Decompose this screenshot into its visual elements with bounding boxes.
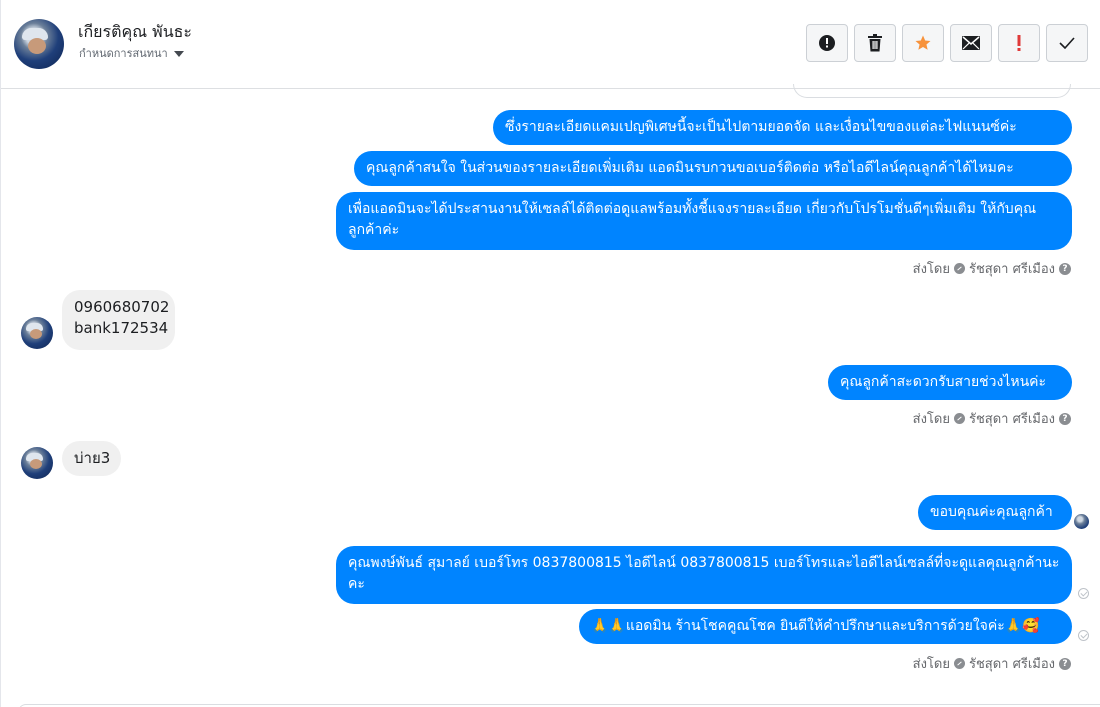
message-text: คุณลูกค้าสะดวกรับสายช่วงไหนค่ะ [840, 374, 1047, 390]
contact-avatar-small[interactable] [21, 447, 53, 479]
exclamation-icon [1017, 35, 1021, 51]
message-text: 🙏🙏แอดมิน ร้านโชคคูณโชค ยินดีให้คำปรึกษาแ… [591, 618, 1040, 634]
message-text: คุณลูกค้าสนใจ ในส่วนของรายละเอียดเพิ่มเต… [366, 160, 1014, 176]
agent-name: รัชสุดา ศรีเมือง [968, 412, 1055, 427]
trash-icon [868, 34, 882, 52]
outgoing-message[interactable]: ซึ่งรายละเอียดแคมเปญพิเศษนี้จะเป็นไปตามย… [493, 110, 1072, 145]
agent-name: รัชสุดา ศรีเมือง [968, 657, 1055, 672]
message-text: บ่าย3 [74, 449, 111, 467]
message-text: ขอบคุณค่ะคุณลูกค้า [930, 504, 1053, 520]
agent-name: รัชสุดา ศรีเมือง [968, 262, 1055, 277]
message-text: ซึ่งรายละเอียดแคมเปญพิเศษนี้จะเป็นไปตามย… [505, 119, 1017, 135]
sent-by-label: ส่งโดย รัชสุดา ศรีเมือง ? [913, 408, 1071, 429]
contact-name[interactable]: เกียรติคุณ พันธะ [78, 20, 192, 45]
outgoing-message[interactable]: ขอบคุณค่ะคุณลูกค้า [918, 495, 1072, 530]
important-button[interactable] [998, 24, 1040, 62]
help-icon[interactable]: ? [1059, 412, 1071, 425]
check-icon [1059, 37, 1075, 49]
message-text: เพื่อแอดมินจะได้ประสานงานให้เซลล์ได้ติดต… [348, 201, 1037, 238]
sent-by-label: ส่งโดย รัชสุดา ศรีเมือง ? [913, 258, 1071, 279]
help-icon[interactable]: ? [1059, 262, 1071, 275]
conversation-settings-dropdown[interactable]: กำหนดการสนทนา [79, 44, 184, 62]
star-icon [915, 35, 931, 50]
delete-button[interactable] [854, 24, 896, 62]
conversation-header: เกียรติคุณ พันธะ กำหนดการสนทนา [1, 0, 1100, 89]
outgoing-message[interactable]: คุณลูกค้าสนใจ ในส่วนของรายละเอียดเพิ่มเต… [354, 151, 1072, 186]
previous-message-bubble [793, 84, 1071, 98]
contact-avatar-small[interactable] [21, 317, 53, 349]
conversation-settings-label: กำหนดการสนทนา [79, 47, 168, 60]
agent-icon [953, 263, 965, 274]
contact-avatar[interactable] [14, 19, 64, 69]
seen-avatar [1074, 514, 1089, 529]
mail-button[interactable] [950, 24, 992, 62]
sent-by-label: ส่งโดย รัชสุดา ศรีเมือง ? [913, 653, 1071, 674]
star-button[interactable] [902, 24, 944, 62]
incoming-message[interactable]: บ่าย3 [62, 441, 121, 476]
incoming-message[interactable]: 0960680702 bank172534 [62, 290, 175, 350]
message-text: คุณพงษ์พันธ์ สุมาลย์ เบอร์โทร 0837800815… [348, 555, 1060, 592]
header-actions [806, 24, 1088, 62]
caret-down-icon [173, 50, 184, 57]
outgoing-message[interactable]: เพื่อแอดมินจะได้ประสานงานให้เซลล์ได้ติดต… [336, 192, 1072, 250]
outgoing-message[interactable]: 🙏🙏แอดมิน ร้านโชคคูณโชค ยินดีให้คำปรึกษาแ… [579, 609, 1072, 644]
envelope-icon [962, 36, 980, 50]
spam-button[interactable] [806, 24, 848, 62]
message-text: 0960680702 [74, 298, 170, 316]
delivered-check-icon [1078, 588, 1089, 599]
conversation-view: เกียรติคุณ พันธะ กำหนดการสนทนา ซึ่งรายละ… [0, 0, 1100, 707]
done-button[interactable] [1046, 24, 1088, 62]
outgoing-message[interactable]: คุณพงษ์พันธ์ สุมาลย์ เบอร์โทร 0837800815… [336, 546, 1072, 604]
outgoing-message[interactable]: คุณลูกค้าสะดวกรับสายช่วงไหนค่ะ [828, 365, 1072, 400]
agent-icon [953, 413, 965, 424]
message-text: bank172534 [74, 319, 169, 337]
message-list[interactable]: ซึ่งรายละเอียดแคมเปญพิเศษนี้จะเป็นไปตามย… [1, 84, 1100, 707]
help-icon[interactable]: ? [1059, 657, 1071, 670]
alert-circle-icon [819, 35, 835, 51]
delivered-check-icon [1078, 630, 1089, 641]
agent-icon [953, 658, 965, 669]
